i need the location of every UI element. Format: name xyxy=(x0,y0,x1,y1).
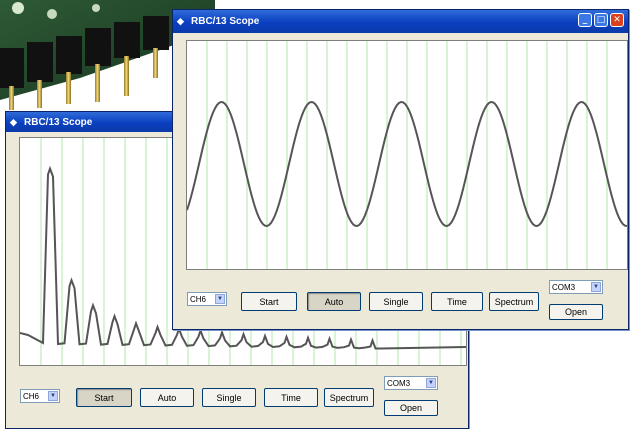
chevron-down-icon[interactable]: ▼ xyxy=(426,378,436,388)
minimize-icon[interactable]: _ xyxy=(578,13,592,27)
single-button[interactable]: Single xyxy=(369,292,423,311)
app-icon: ◆ xyxy=(10,116,17,127)
sine-trace xyxy=(187,41,627,269)
chevron-down-icon[interactable]: ▼ xyxy=(215,294,225,304)
time-plot xyxy=(186,40,628,270)
front-title-bar[interactable]: ◆ RBC/13 Scope _ □ ✕ xyxy=(173,10,628,33)
spectrum-button[interactable]: Spectrum xyxy=(489,292,539,311)
window-title: RBC/13 Scope xyxy=(24,116,93,128)
channel-select[interactable]: CH6 ▼ xyxy=(187,292,227,306)
time-button[interactable]: Time xyxy=(264,388,318,407)
port-select[interactable]: COM3 ▼ xyxy=(384,376,438,390)
single-button[interactable]: Single xyxy=(202,388,256,407)
open-button[interactable]: Open xyxy=(384,400,438,416)
open-button[interactable]: Open xyxy=(549,304,603,320)
start-button[interactable]: Start xyxy=(76,388,132,407)
maximize-icon[interactable]: □ xyxy=(594,13,608,27)
front-scope-window: ◆ RBC/13 Scope _ □ ✕ CH6 ▼ Start Auto Si… xyxy=(172,9,629,330)
port-select-value: COM3 xyxy=(552,282,576,292)
chevron-down-icon[interactable]: ▼ xyxy=(591,282,601,292)
close-icon[interactable]: ✕ xyxy=(610,13,624,27)
auto-button[interactable]: Auto xyxy=(307,292,361,311)
port-select-value: COM3 xyxy=(387,378,411,388)
channel-select-value: CH6 xyxy=(23,391,40,401)
time-button[interactable]: Time xyxy=(431,292,483,311)
chevron-down-icon[interactable]: ▼ xyxy=(48,391,58,401)
channel-select-value: CH6 xyxy=(190,294,207,304)
spectrum-button[interactable]: Spectrum xyxy=(324,388,374,407)
auto-button[interactable]: Auto xyxy=(140,388,194,407)
app-icon: ◆ xyxy=(177,16,184,26)
port-select[interactable]: COM3 ▼ xyxy=(549,280,603,294)
start-button[interactable]: Start xyxy=(241,292,297,311)
channel-select[interactable]: CH6 ▼ xyxy=(20,389,60,403)
window-title: RBC/13 Scope xyxy=(191,16,260,27)
